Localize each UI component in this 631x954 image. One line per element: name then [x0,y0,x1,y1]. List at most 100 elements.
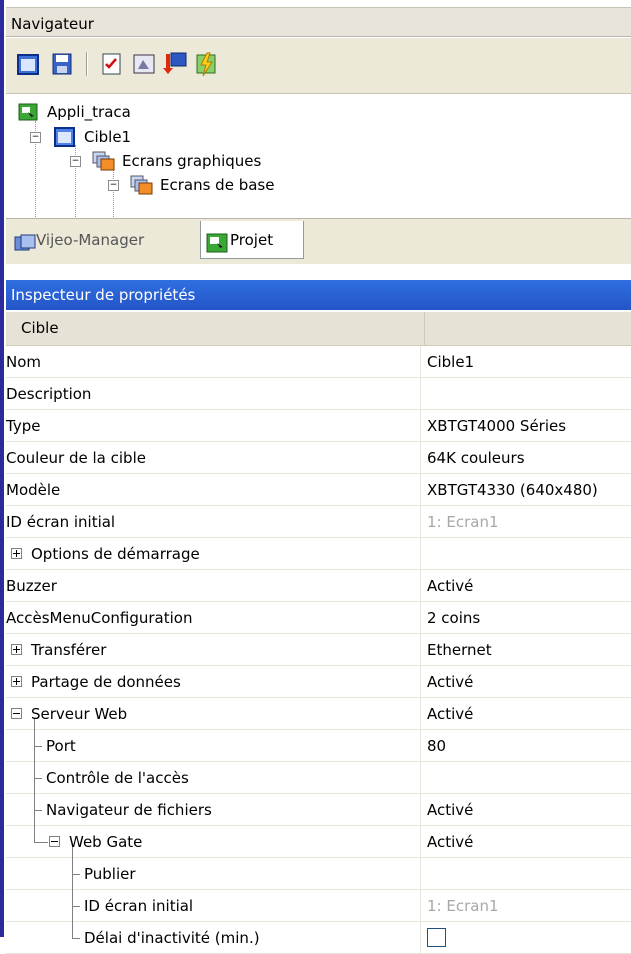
tree-line [72,906,80,907]
tree-line [34,842,48,843]
tree-line [72,922,73,938]
property-row-navigateur-fichiers[interactable]: Navigateur de fichiers Activé [6,794,631,826]
window-left-border [0,0,4,937]
project-tree[interactable]: Appli_traca − Cible1 − Ecrans graphiques… [10,95,631,217]
property-row-couleur[interactable]: Couleur de la cible 64K couleurs [6,442,631,474]
tree-line [72,847,73,858]
property-grid: Nom Cible1 Description Type XBTGT4000 Sé… [6,346,631,954]
collapse-toggle[interactable]: − [30,132,41,143]
property-row-nom[interactable]: Nom Cible1 [6,346,631,378]
column-divider [420,538,421,570]
column-divider [420,602,421,634]
property-value[interactable]: XBTGT4000 Séries [427,417,566,435]
column-divider [420,634,421,666]
tree-node-label: Cible1 [84,128,132,146]
tab-vijeo-manager[interactable]: Vijeo-Manager [10,221,200,259]
property-value[interactable]: Activé [427,833,473,851]
toolbar-separator [86,52,88,76]
property-row-port[interactable]: Port 80 [6,730,631,762]
column-divider [420,794,421,826]
property-value[interactable]: Ethernet [427,641,492,659]
tree-line [34,778,42,779]
property-row-buzzer[interactable]: Buzzer Activé [6,570,631,602]
property-row-options-demarrage[interactable]: Options de démarrage [6,538,631,570]
property-row-modele[interactable]: Modèle XBTGT4330 (640x480) [6,474,631,506]
property-row-webgate-id-ecran-initial[interactable]: ID écran initial 1: Ecran1 [6,890,631,922]
property-row-partage-donnees[interactable]: Partage de données Activé [6,666,631,698]
target-icon [54,127,76,153]
column-divider [420,666,421,698]
column-divider [420,890,421,922]
collapse-toggle[interactable]: − [108,180,119,191]
property-row-description[interactable]: Description [6,378,631,410]
collapse-toggle[interactable]: − [70,156,81,167]
property-value[interactable]: Cible1 [427,353,474,371]
column-divider [420,730,421,762]
expand-toggle[interactable] [11,644,22,655]
collapse-toggle[interactable] [11,708,22,719]
property-value[interactable]: Activé [427,577,473,595]
property-value[interactable]: 2 coins [427,609,480,627]
property-row-id-ecran-initial[interactable]: ID écran initial 1: Ecran1 [6,506,631,538]
column-divider [420,698,421,730]
tree-line [34,826,35,842]
property-value[interactable]: 64K couleurs [427,449,525,467]
screens-folder-icon [130,175,154,201]
column-divider [420,410,421,442]
tab-projet[interactable]: Projet [200,221,304,259]
category-label: Cible [21,319,59,337]
column-divider [420,346,421,378]
tree-line [34,719,35,730]
column-divider [420,378,421,410]
project-icon [206,229,228,267]
tree-line [34,810,42,811]
column-divider [420,922,421,954]
column-divider [420,474,421,506]
column-divider [420,826,421,858]
property-row-publier[interactable]: Publier [6,858,631,890]
download-icon[interactable] [160,50,188,78]
inspector-title: Inspecteur de propriétés [6,280,631,310]
property-row-delai-inactivite[interactable]: Délai d'inactivité (min.) [6,922,631,954]
property-row-type[interactable]: Type XBTGT4000 Séries [6,410,631,442]
tree-node-label: Appli_traca [47,103,131,121]
property-value: 1: Ecran1 [427,513,499,531]
delai-inactivite-checkbox[interactable] [427,928,446,947]
property-value[interactable]: 80 [427,737,446,755]
navigator-toolbar [6,38,631,94]
property-row-transferer[interactable]: Transférer Ethernet [6,634,631,666]
expand-toggle[interactable] [11,676,22,687]
property-row-acces-menu-configuration[interactable]: AccèsMenuConfiguration 2 coins [6,602,631,634]
property-row-serveur-web[interactable]: Serveur Web Activé [6,698,631,730]
property-row-controle-acces[interactable]: Contrôle de l'accès [6,762,631,794]
column-divider [420,762,421,794]
property-category-header: Cible [6,312,631,346]
tree-line [34,746,42,747]
tree-node-label: Ecrans de base [160,176,275,194]
save-icon[interactable] [48,50,76,78]
property-row-web-gate[interactable]: Web Gate Activé [6,826,631,858]
expand-toggle[interactable] [11,548,22,559]
tree-line [72,874,80,875]
screens-folder-icon [92,151,116,177]
navigator-title: Navigateur [6,7,631,37]
build-icon[interactable] [192,50,220,78]
column-divider [420,858,421,890]
screen-icon[interactable] [130,50,158,78]
checklist-icon[interactable] [98,50,126,78]
tree-line [72,938,80,939]
collapse-toggle[interactable] [49,836,60,847]
column-divider [420,442,421,474]
new-target-icon[interactable] [14,50,42,78]
property-value[interactable]: Activé [427,673,473,691]
property-value[interactable]: Activé [427,705,473,723]
property-value[interactable]: XBTGT4330 (640x480) [427,481,598,499]
property-value: 1: Ecran1 [427,897,499,915]
vijeo-manager-icon [14,230,36,268]
property-value[interactable]: Activé [427,801,473,819]
column-divider [420,506,421,538]
column-divider [420,570,421,602]
navigator-tabs: Vijeo-Manager Projet [6,218,631,264]
column-divider[interactable] [424,312,425,346]
tree-node-label: Ecrans graphiques [122,152,262,170]
